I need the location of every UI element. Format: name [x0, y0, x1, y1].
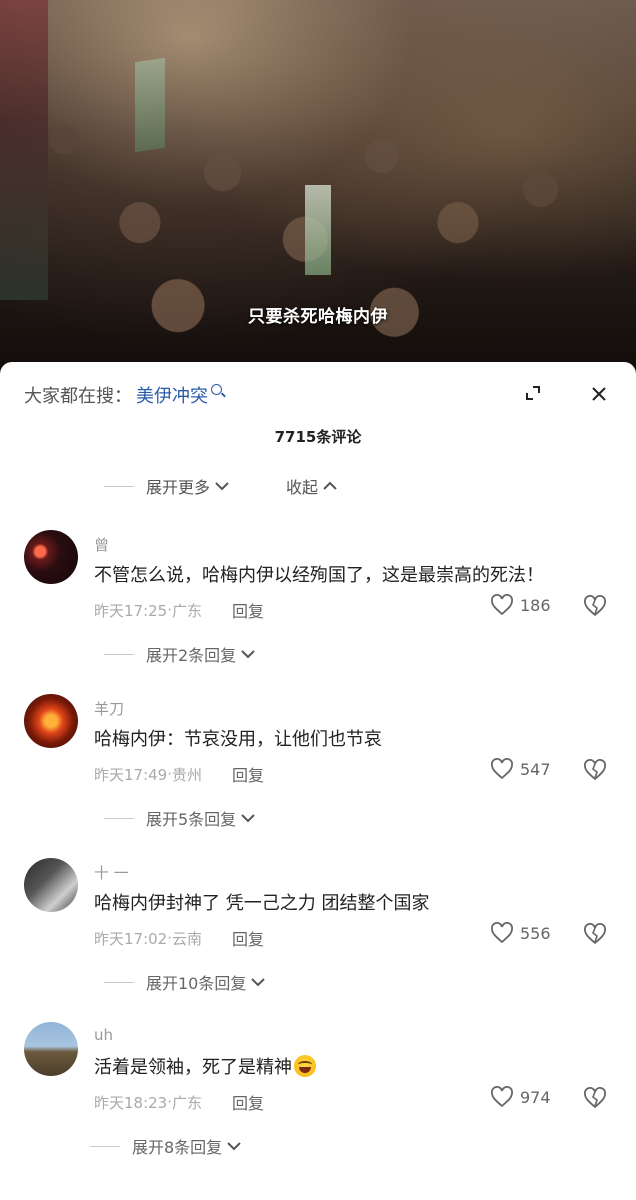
like-count: 974 — [520, 1087, 551, 1107]
expand-replies-label: 展开10条回复 — [146, 974, 247, 993]
video-player[interactable]: 只要杀死哈梅内伊 — [0, 0, 636, 372]
reply-button[interactable]: 回复 — [232, 926, 264, 950]
comment-meta: 昨天17:49 · 贵州 回复 — [94, 762, 264, 786]
divider — [90, 1145, 120, 1147]
dislike-icon[interactable] — [583, 759, 607, 781]
comment-time: 昨天17:25 — [94, 601, 168, 620]
chevron-up-icon — [323, 481, 337, 490]
expand-replies-button[interactable]: 展开2条回复 — [104, 642, 257, 666]
dislike-icon[interactable] — [583, 595, 607, 617]
like-count: 186 — [520, 595, 551, 615]
search-icon[interactable] — [211, 383, 222, 395]
avatar[interactable] — [24, 530, 78, 584]
reply-button[interactable]: 回复 — [232, 762, 264, 786]
comment-count: 7715条评论 — [274, 428, 362, 446]
reply-button[interactable]: 回复 — [232, 1090, 264, 1114]
reply-button[interactable]: 回复 — [232, 598, 264, 622]
video-flag-green — [135, 57, 165, 153]
comment-text: 哈梅内伊封神了 凭一己之力 团结整个国家 — [94, 893, 430, 914]
comment-item: 十 一 哈梅内伊封神了 凭一己之力 团结整个国家 昨天17:02 · 云南 回复… — [0, 858, 636, 1018]
comment-text: 哈梅内伊：节哀没用，让他们也节哀 — [94, 729, 382, 750]
comment-time: 昨天18:23 — [94, 1093, 168, 1112]
chevron-down-icon — [215, 482, 229, 491]
comment-text-body: 活着是领袖，死了是精神 — [94, 1057, 292, 1078]
comment-location: 贵州 — [172, 765, 203, 784]
comment-username[interactable]: uh — [94, 1026, 113, 1044]
chevron-down-icon — [227, 1142, 241, 1151]
comment-location: 云南 — [172, 929, 203, 948]
divider — [104, 817, 134, 819]
expand-icon[interactable] — [522, 383, 544, 405]
heart-icon — [491, 594, 513, 616]
comment-username[interactable]: 十 一 — [94, 862, 129, 883]
expand-replies-label: 展开8条回复 — [132, 1138, 223, 1157]
like-count: 547 — [520, 759, 551, 779]
trending-search-link[interactable]: 美伊冲突 — [136, 382, 208, 408]
chevron-down-icon — [241, 650, 255, 659]
comment-text: 不管怎么说，哈梅内伊以经殉国了，这是最崇高的死法！ — [94, 565, 544, 586]
heart-icon — [491, 922, 513, 944]
divider — [104, 485, 134, 487]
expand-more-label: 展开更多 — [146, 478, 211, 497]
comment-sheet: 大家都在搜： 美伊冲突 7715条评论 展开更多 收起 曾 不管怎么说，哈梅内伊… — [0, 362, 636, 1200]
expand-more-button[interactable]: 展开更多 — [104, 474, 231, 498]
collapse-button[interactable]: 收起 — [286, 474, 339, 498]
comment-meta: 昨天17:25 · 广东 回复 — [94, 598, 264, 622]
trending-search: 大家都在搜： 美伊冲突 — [24, 382, 222, 408]
dislike-icon[interactable] — [583, 1087, 607, 1109]
avatar[interactable] — [24, 694, 78, 748]
heart-icon — [491, 1086, 513, 1108]
expand-replies-button[interactable]: 展开10条回复 — [104, 970, 267, 994]
video-flag-center — [305, 185, 331, 275]
avatar[interactable] — [24, 1022, 78, 1076]
like-button[interactable]: 556 — [490, 922, 551, 944]
chevron-down-icon — [251, 978, 266, 987]
laughing-crying-emoji-icon — [294, 1055, 316, 1077]
expand-replies-button[interactable]: 展开5条回复 — [104, 806, 257, 830]
divider — [104, 981, 134, 983]
like-count: 556 — [520, 923, 551, 943]
comment-username[interactable]: 羊刀 — [94, 698, 124, 719]
like-button[interactable]: 186 — [490, 594, 551, 616]
expand-replies-label: 展开5条回复 — [146, 810, 237, 829]
like-button[interactable]: 974 — [490, 1086, 551, 1108]
video-flag-left — [0, 0, 48, 300]
avatar[interactable] — [24, 858, 78, 912]
comment-meta: 昨天18:23 · 广东 回复 — [94, 1090, 264, 1114]
comment-time: 昨天17:02 — [94, 929, 168, 948]
comment-item: 曾 不管怎么说，哈梅内伊以经殉国了，这是最崇高的死法！ 昨天17:25 · 广东… — [0, 530, 636, 690]
comment-time: 昨天17:49 — [94, 765, 168, 784]
comment-username[interactable]: 曾 — [94, 534, 109, 555]
comment-location: 广东 — [172, 601, 203, 620]
dislike-icon[interactable] — [583, 923, 607, 945]
chevron-down-icon — [241, 814, 255, 823]
comment-text: 活着是领袖，死了是精神 — [94, 1053, 316, 1079]
close-icon[interactable] — [588, 383, 610, 405]
expand-replies-button[interactable]: 展开8条回复 — [90, 1134, 243, 1158]
video-subtitle: 只要杀死哈梅内伊 — [248, 307, 388, 327]
comment-item: 羊刀 哈梅内伊：节哀没用，让他们也节哀 昨天17:49 · 贵州 回复 547 … — [0, 694, 636, 854]
divider — [104, 653, 134, 655]
comment-meta: 昨天17:02 · 云南 回复 — [94, 926, 264, 950]
collapse-label: 收起 — [286, 478, 319, 497]
expand-replies-label: 展开2条回复 — [146, 646, 237, 665]
comment-location: 广东 — [172, 1093, 203, 1112]
trending-search-label: 大家都在搜： — [24, 386, 132, 407]
comment-item: uh 活着是领袖，死了是精神 昨天18:23 · 广东 回复 974 展开8条回… — [0, 1022, 636, 1182]
like-button[interactable]: 547 — [490, 758, 551, 780]
heart-icon — [491, 758, 513, 780]
